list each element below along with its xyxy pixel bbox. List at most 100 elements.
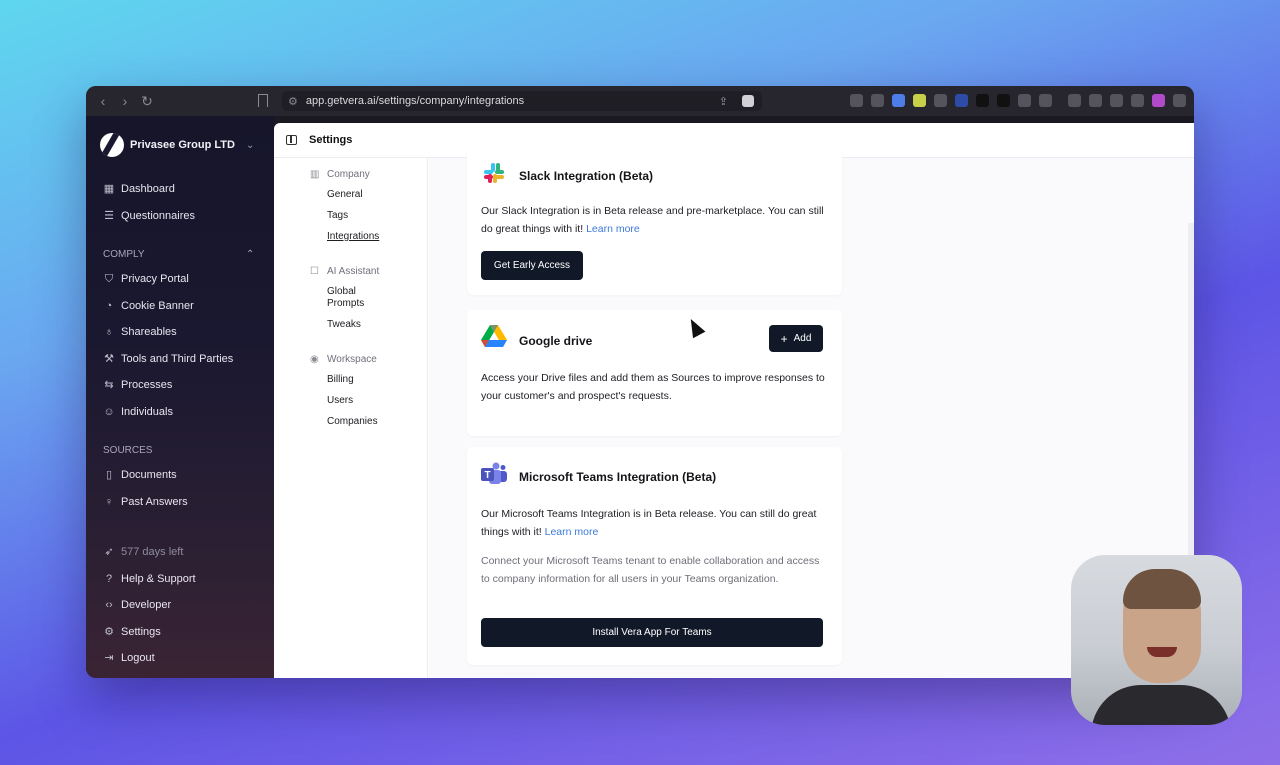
sidebar-item-label: Dashboard (121, 183, 175, 196)
settings-subnav: ▥ Company General Tags Integrations ☐ AI A… (274, 158, 428, 678)
extension-icon[interactable] (850, 94, 863, 107)
extension-icon[interactable] (892, 94, 905, 107)
subnav-item-tweaks[interactable]: Tweaks (274, 319, 427, 331)
webcam-overlay (1071, 555, 1242, 725)
teams-learn-more-link[interactable]: Learn more (545, 526, 599, 538)
add-button-label: Add (793, 333, 812, 344)
section-comply[interactable]: COMPLY ⌃ (86, 244, 274, 266)
logout-icon: ⇥ (104, 652, 114, 665)
subnav-item-global-prompts[interactable]: Global Prompts (274, 286, 374, 310)
bookmark-icon[interactable] (258, 94, 268, 107)
subnav-item-general[interactable]: General (274, 189, 427, 201)
profile-icon[interactable] (1152, 94, 1165, 107)
sidebar-item-label: Documents (121, 469, 177, 482)
plus-icon: + (780, 331, 788, 346)
panel-toggle-icon[interactable] (286, 135, 297, 145)
share-icon[interactable]: ⇪ (719, 95, 728, 108)
sidebar-item-questionnaires[interactable]: ☰ Questionnaires (86, 203, 274, 230)
svg-text:T: T (484, 470, 490, 481)
teams-card: T Microsoft Teams Integration (Beta) Our… (467, 447, 842, 665)
subnav-group-workspace: ◉ Workspace (274, 349, 427, 369)
extension-icon[interactable] (913, 94, 926, 107)
cookie-icon: ◔ (105, 299, 113, 312)
days-left-text: 577 days left (121, 546, 184, 559)
award-icon: ♁ (104, 326, 114, 339)
sidebar-item-individuals[interactable]: ☺ Individuals (86, 399, 274, 426)
sidebar-item-privacy-portal[interactable]: ⛉ Privacy Portal (86, 266, 274, 293)
sidebar-item-label: Cookie Banner (121, 299, 194, 312)
subnav-item-companies[interactable]: Companies (274, 416, 427, 428)
page-title: Settings (309, 134, 353, 146)
add-google-drive-button[interactable]: + Add (769, 325, 823, 352)
extension-icon[interactable] (934, 94, 947, 107)
sidebar-item-label: Help & Support (121, 572, 196, 585)
sidebar-item-help[interactable]: ? Help & Support (86, 566, 274, 593)
microsoft-teams-logo-icon: T (481, 462, 507, 484)
extension-icon[interactable] (976, 94, 989, 107)
wrench-icon: ⚒ (104, 352, 114, 365)
site-settings-icon[interactable]: ⚙ (288, 95, 298, 108)
subnav-item-integrations[interactable]: Integrations (274, 231, 427, 243)
address-bar[interactable]: ⚙ app.getvera.ai/settings/company/integr… (282, 91, 762, 111)
browser-toolbar: ‹ › ↻ ⚙ app.getvera.ai/settings/company/… (86, 86, 1194, 116)
extension-icon[interactable] (997, 94, 1010, 107)
sidebar-item-past-answers[interactable]: ♀ Past Answers (86, 489, 274, 516)
subnav-item-tags[interactable]: Tags (274, 210, 427, 222)
slack-learn-more-link[interactable]: Learn more (586, 223, 640, 235)
puzzle-icon[interactable] (1018, 94, 1031, 107)
get-early-access-button[interactable]: Get Early Access (481, 251, 583, 280)
subnav-group-ai: ☐ AI Assistant (274, 261, 427, 281)
arrows-icon: ⇆ (104, 379, 114, 392)
sidebar-item-label: Logout (121, 652, 155, 665)
list-icon: ☰ (104, 209, 114, 222)
sidebar-item-cookie-banner[interactable]: ◔ Cookie Banner (86, 293, 274, 320)
section-label: COMPLY (103, 249, 145, 260)
presenter-hair (1123, 569, 1201, 609)
reload-icon[interactable]: ↻ (136, 93, 158, 110)
google-drive-card: Google drive + Add Access your Drive fil… (467, 310, 842, 436)
extension-icon[interactable] (955, 94, 968, 107)
presenter-body (1091, 685, 1231, 725)
section-sources: SOURCES (86, 440, 274, 462)
sidebar-item-documents[interactable]: ▯ Documents (86, 462, 274, 489)
leo-icon[interactable] (1110, 94, 1123, 107)
menu-icon[interactable] (1173, 94, 1186, 107)
extension-icon[interactable] (1039, 94, 1052, 107)
slack-description: Our Slack Integration is in Beta release… (481, 203, 826, 238)
document-icon: ▯ (105, 469, 113, 482)
sidebar-item-processes[interactable]: ⇆ Processes (86, 372, 274, 399)
slack-logo-icon (484, 163, 504, 183)
subnav-group-label: Company (327, 168, 370, 180)
building-icon: ▥ (310, 168, 320, 180)
subnav-group-label: AI Assistant (327, 265, 380, 277)
teams-text: Our Microsoft Teams Integration is in Be… (481, 508, 817, 538)
sidebar-item-developer[interactable]: ‹› Developer (86, 592, 274, 619)
subnav-item-billing[interactable]: Billing (274, 374, 427, 386)
sidebar-item-label: Questionnaires (121, 209, 195, 222)
extension-icon[interactable] (871, 94, 884, 107)
sidebar-item-tools[interactable]: ⚒ Tools and Third Parties (86, 346, 274, 373)
sidebar-item-label: Individuals (121, 405, 173, 418)
url-text: app.getvera.ai/settings/company/integrat… (305, 95, 525, 107)
subnav-item-users[interactable]: Users (274, 395, 427, 407)
back-icon[interactable]: ‹ (92, 93, 114, 109)
vpn-icon[interactable] (1131, 94, 1144, 107)
teams-description: Our Microsoft Teams Integration is in Be… (481, 506, 826, 541)
chevron-up-icon[interactable]: ⌃ (246, 244, 254, 266)
sidebar-item-logout[interactable]: ⇥ Logout (86, 645, 274, 672)
rocket-icon: ➶ (104, 546, 114, 559)
sidebar-toggle-icon[interactable] (1068, 94, 1081, 107)
chevron-down-icon[interactable]: ⌄ (246, 140, 254, 151)
sidebar-item-settings[interactable]: ⚙ Settings (86, 619, 274, 646)
sidebar-item-dashboard[interactable]: ▦ Dashboard (86, 176, 274, 203)
wallet-icon[interactable] (1089, 94, 1102, 107)
sidebar-item-shareables[interactable]: ♁ Shareables (86, 319, 274, 346)
sidebar-item-label: Past Answers (121, 495, 188, 508)
gear-icon: ⚙ (104, 625, 114, 638)
forward-icon[interactable]: › (114, 93, 136, 109)
install-teams-app-button[interactable]: Install Vera App For Teams (481, 618, 823, 647)
brave-shield-icon[interactable] (742, 95, 754, 107)
slack-text: Our Slack Integration is in Beta release… (481, 205, 824, 235)
trial-days-left: ➶ 577 days left (86, 539, 274, 566)
shield-icon: ⛉ (104, 273, 114, 286)
